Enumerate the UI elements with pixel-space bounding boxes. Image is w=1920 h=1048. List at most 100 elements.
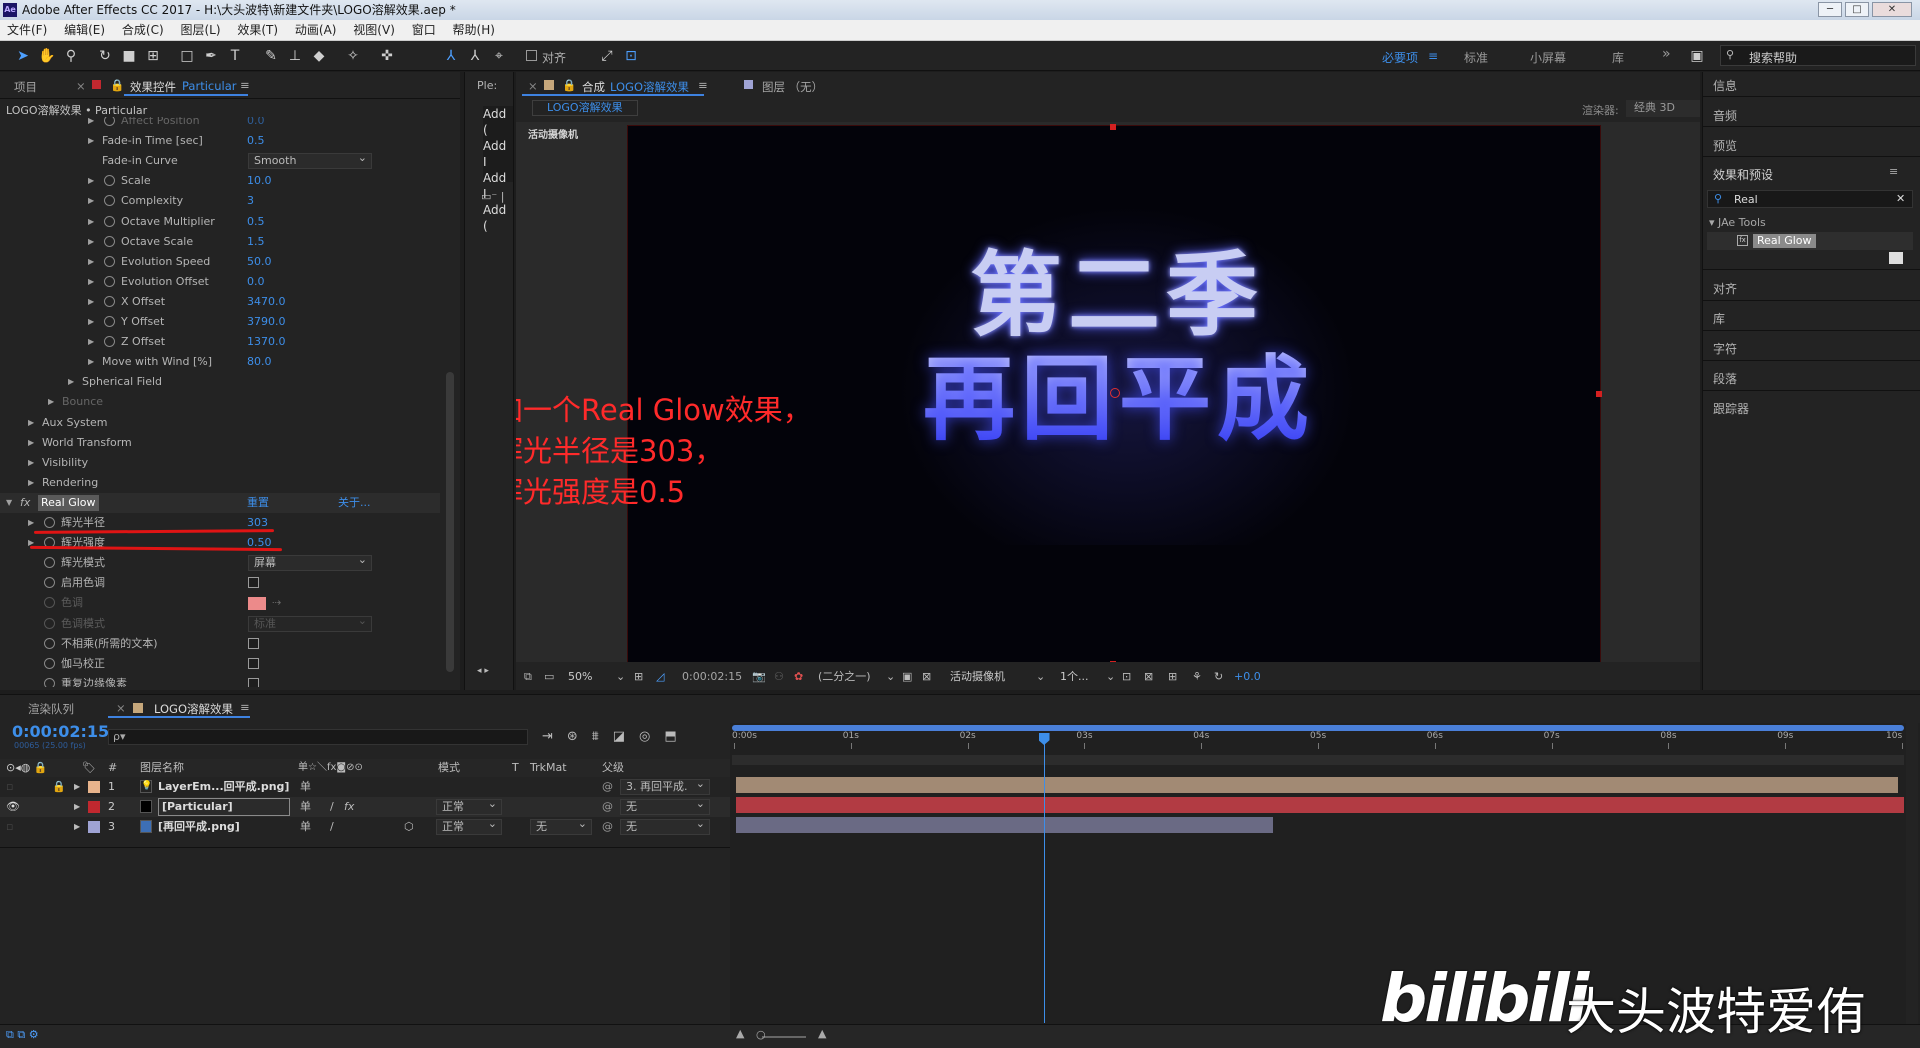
stopwatch-icon[interactable] (44, 617, 55, 629)
expand-triangle-icon[interactable]: ▶ (88, 252, 94, 272)
views-dropdown[interactable]: 1个... (1060, 666, 1089, 688)
effect-property-row[interactable]: ▶ Scale 10.0 (0, 171, 440, 191)
pick-whip-icon[interactable]: @ (602, 817, 613, 837)
eyedropper-icon[interactable]: ⇢ (272, 593, 281, 613)
shy-switch-icon[interactable]: 单 (300, 777, 311, 797)
selection-tool-icon[interactable]: ➤ (14, 47, 32, 65)
stopwatch-icon[interactable] (104, 336, 115, 348)
menu-animation[interactable]: 动画(A) (295, 23, 337, 37)
column-parent[interactable]: 父级 (602, 759, 624, 777)
effect-item-name[interactable]: Real Glow (1753, 234, 1816, 248)
workspace-more[interactable]: » (1662, 46, 1671, 62)
stopwatch-icon[interactable] (104, 235, 115, 247)
camera-tool-icon[interactable]: ■ (120, 47, 138, 65)
property-value[interactable]: 10.0 (247, 171, 272, 191)
zoom-out-icon[interactable]: ▲ (736, 1027, 744, 1040)
effect-property-row[interactable]: ▶ Octave Scale 1.5 (0, 232, 440, 252)
stopwatch-icon[interactable] (104, 195, 115, 207)
color-channels-icon[interactable]: ✿ (794, 666, 803, 688)
new-folder-icon[interactable] (1889, 252, 1903, 264)
stopwatch-icon[interactable] (104, 215, 115, 227)
shy-switch-icon[interactable]: 单 (300, 797, 311, 817)
effect-controls-layer[interactable]: Particular (182, 79, 236, 93)
effect-property-row[interactable]: Fade-in Curve Smooth (0, 151, 440, 171)
zoom-dropdown[interactable]: 50% (568, 666, 592, 688)
effect-property-row[interactable]: ▶ Move with Wind [%] 80.0 (0, 352, 440, 372)
tab-effect-controls[interactable]: 效果控件 (130, 79, 176, 95)
stopwatch-icon[interactable] (104, 275, 115, 287)
flowchart-icon[interactable]: ⚘ (1192, 666, 1202, 688)
glow-property-row[interactable]: 启用色调 (0, 573, 440, 593)
snap-icon[interactable]: ⤢ (598, 47, 616, 65)
zoom-tool-icon[interactable]: ⚲ (62, 47, 80, 65)
brush-tool-icon[interactable]: ✎ (262, 47, 280, 65)
stopwatch-icon[interactable] (44, 657, 55, 669)
rotate-tool-icon[interactable]: ↻ (96, 47, 114, 65)
info-panel-label[interactable]: 信息 (1713, 77, 1737, 94)
puppet-tool-icon[interactable]: ✜ (378, 47, 396, 65)
effect-property-row[interactable]: ▶ Y Offset 3790.0 (0, 312, 440, 332)
frame-handle[interactable] (1596, 391, 1602, 397)
expand-triangle-icon[interactable]: ▶ (68, 372, 74, 392)
effect-property-row[interactable]: ▶ Evolution Speed 50.0 (0, 252, 440, 272)
menu-composition[interactable]: 合成(C) (122, 23, 164, 37)
property-value[interactable]: 3 (247, 191, 254, 211)
blend-mode-dropdown[interactable]: 正常 (436, 817, 502, 835)
rectangle-tool-icon[interactable]: □ (178, 47, 196, 65)
comp-breadcrumb[interactable]: LOGO溶解效果 (532, 100, 638, 116)
expand-triangle-icon[interactable]: ▶ (28, 453, 34, 473)
expand-triangle-icon[interactable]: ▶ (88, 117, 94, 131)
stopwatch-icon[interactable] (104, 175, 115, 187)
roto-brush-tool-icon[interactable]: ✧ (344, 47, 362, 65)
align-panel-label[interactable]: 对齐 (1713, 280, 1737, 297)
current-time[interactable]: 0:00:02:15 (682, 666, 742, 688)
safe-margins-icon[interactable]: ⊞ (634, 666, 643, 688)
tab-composition-name[interactable]: LOGO溶解效果 (610, 79, 689, 95)
audio-panel-label[interactable]: 音频 (1713, 107, 1737, 124)
tab-render-queue[interactable]: 渲染队列 (28, 701, 74, 717)
reset-link[interactable]: 重置 (247, 493, 269, 513)
stopwatch-icon[interactable] (104, 117, 115, 126)
workspace-menu-icon[interactable]: ≡ (1428, 49, 1438, 63)
effect-property-row[interactable]: ▶ Aux System (0, 413, 440, 433)
property-value[interactable]: 0.0 (247, 117, 265, 131)
fx-toggle-icon[interactable]: fx (20, 493, 30, 513)
lock-icon[interactable]: 🔒 (110, 78, 124, 92)
effect-group[interactable]: ▾ JAe Tools (1709, 216, 1766, 229)
flowchart-item[interactable]: Add ( (483, 106, 513, 138)
expand-triangle-icon[interactable]: ▶ (74, 797, 80, 817)
layer-name[interactable]: [Particular] (158, 798, 290, 816)
reset-exposure-icon[interactable]: ↻ (1214, 666, 1223, 688)
flowchart-item[interactable]: Add ( (483, 202, 513, 234)
expand-triangle-icon[interactable]: ▶ (88, 212, 94, 232)
maximize-button[interactable]: □ (1845, 2, 1869, 17)
camera-view-dropdown[interactable]: 活动摄像机 (950, 666, 1005, 688)
layer-duration-bar[interactable] (736, 817, 1274, 833)
parent-dropdown[interactable]: 无 (620, 797, 710, 815)
pan-behind-tool-icon[interactable]: ⊞ (144, 47, 162, 65)
clone-stamp-tool-icon[interactable]: ⊥ (286, 47, 304, 65)
property-value[interactable]: 3790.0 (247, 312, 286, 332)
tab-layer[interactable]: 图层 （无） (762, 79, 823, 95)
time-ruler[interactable]: 0:00s 01s 02s 03s 04s 05s 06s 07s 08s 09s 10s (730, 731, 1910, 753)
fx-switch-icon[interactable]: fx (344, 797, 354, 817)
column-number[interactable]: # (108, 759, 117, 777)
effect-header-real-glow[interactable]: ▼ fx Real Glow 重置 关于... (0, 492, 440, 513)
expand-triangle-icon[interactable]: ▶ (88, 232, 94, 252)
close-tab-icon[interactable]: × (528, 79, 538, 93)
effects-presets-label[interactable]: 效果和预设 (1713, 166, 1773, 183)
property-value[interactable]: 80.0 (247, 352, 272, 372)
anchor-point-icon[interactable] (1110, 388, 1120, 398)
workspace-libraries[interactable]: 库 (1612, 49, 1624, 66)
toggle-pixel-aspect-icon[interactable]: ⊡ (1122, 666, 1131, 688)
character-panel-label[interactable]: 字符 (1713, 340, 1737, 357)
effect-property-row[interactable]: ▶ X Offset 3470.0 (0, 292, 440, 312)
tab-timeline-comp[interactable]: LOGO溶解效果 (154, 701, 233, 717)
effect-property-row[interactable]: ▶ Evolution Offset 0.0 (0, 272, 440, 292)
workspace-essentials[interactable]: 必要项 (1382, 49, 1418, 66)
glow-property-row[interactable]: 重复边缘像素 (0, 674, 440, 687)
layer-duration-bar[interactable] (736, 777, 1899, 793)
visibility-eye-icon[interactable]: ▫ (6, 777, 13, 797)
monitor-icon[interactable]: ▭ (544, 666, 554, 688)
expand-triangle-icon[interactable]: ▶ (88, 292, 94, 312)
